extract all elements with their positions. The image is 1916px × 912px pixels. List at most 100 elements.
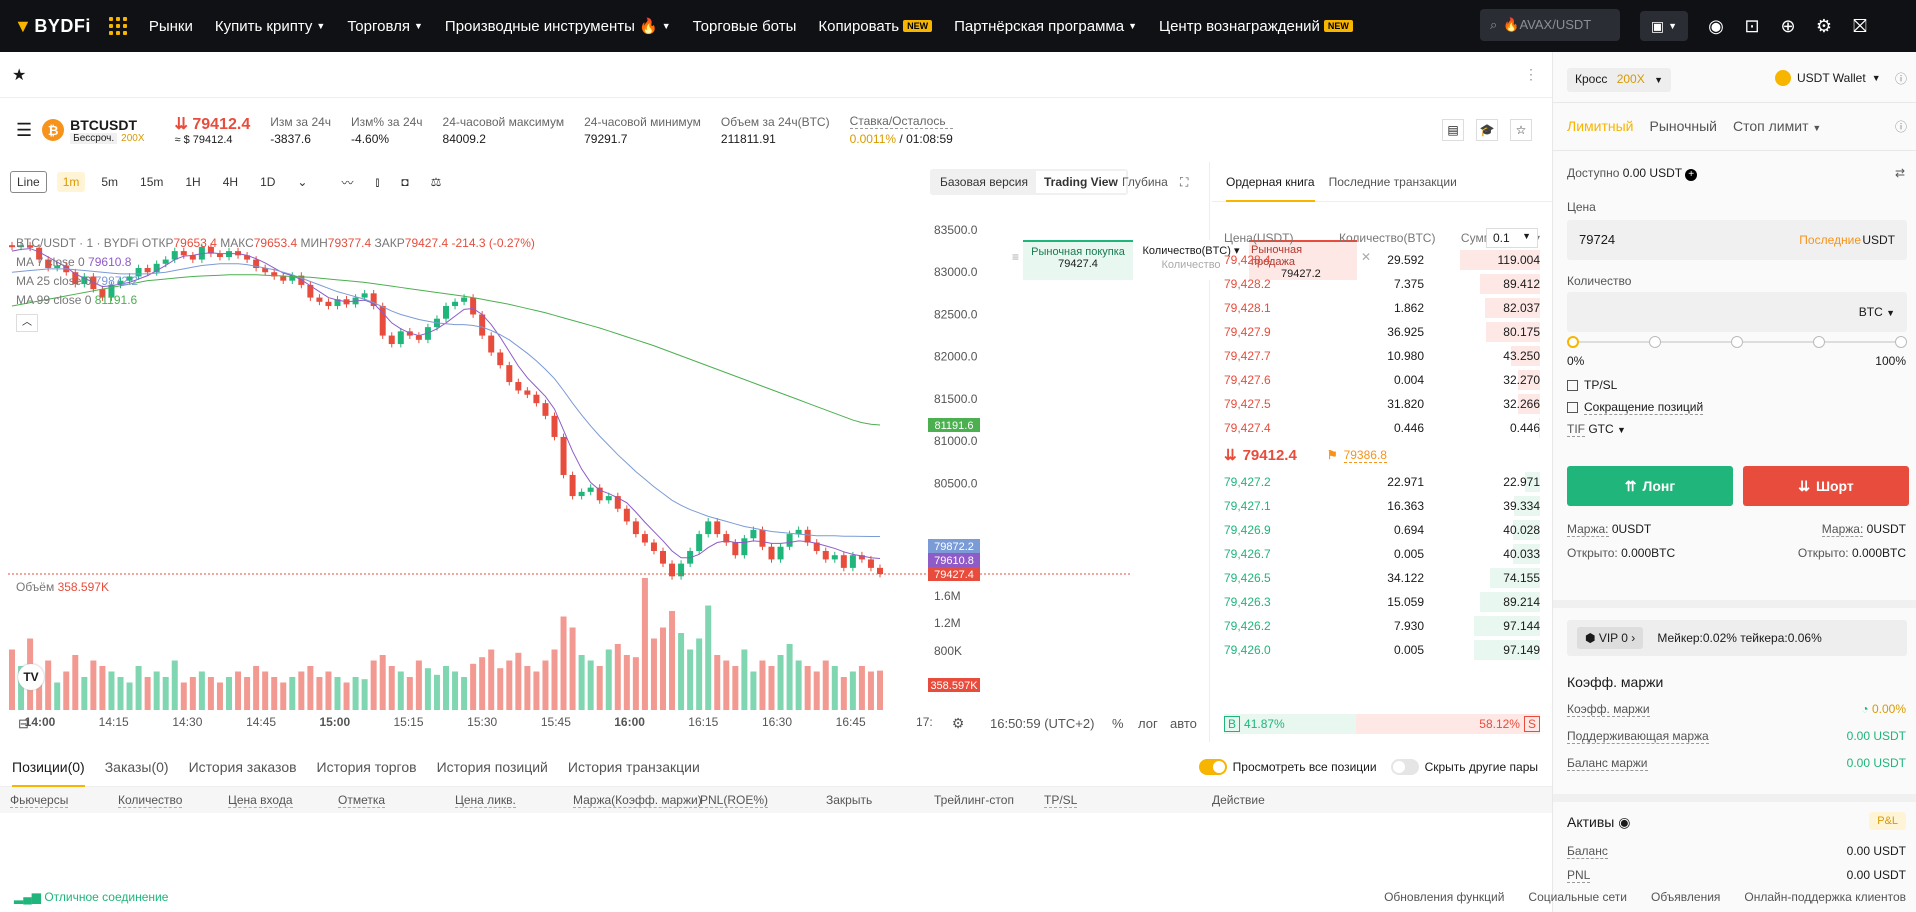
nav-item-1[interactable]: Купить крипту ▼ xyxy=(215,17,325,35)
nav-item-6[interactable]: Партнёрская программа ▼ xyxy=(954,17,1137,35)
orderbook-row[interactable]: 79,427.7 10.980 43.250 xyxy=(1212,344,1552,368)
funding-label[interactable]: Ставка/Осталось xyxy=(849,114,953,129)
market-buy-button[interactable]: Рыночная покупка 79427.4 xyxy=(1023,240,1134,280)
orderbook-row[interactable]: 79,428.2 7.375 89.412 xyxy=(1212,272,1552,296)
bydfi-logo[interactable]: ▼ BYDFi xyxy=(14,16,91,37)
candle-style-icon[interactable]: ⫾ xyxy=(369,172,385,193)
tif-dropdown[interactable]: TIF GTC ▼ xyxy=(1567,422,1626,437)
qty-slider[interactable] xyxy=(1567,336,1907,348)
slider-step[interactable] xyxy=(1895,336,1907,348)
tab-bottom-3[interactable]: История торгов xyxy=(317,747,417,787)
footer-link[interactable]: Социальные сети xyxy=(1528,890,1627,904)
slider-step[interactable] xyxy=(1813,336,1825,348)
nav-item-0[interactable]: Рынки xyxy=(149,17,193,35)
tab-recent-trades[interactable]: Последние транзакции xyxy=(1329,162,1457,202)
tab-limit[interactable]: Лимитный xyxy=(1567,118,1633,134)
orderbook-row[interactable]: 79,426.3 15.059 89.214 xyxy=(1212,590,1552,614)
column-header[interactable]: Маржа(Коэфф. маржи) xyxy=(573,793,702,808)
education-icon[interactable]: 🎓 xyxy=(1476,119,1498,141)
info-icon[interactable]: ⓘ xyxy=(1895,70,1907,87)
tab-bottom-1[interactable]: Заказы(0) xyxy=(105,747,169,787)
tab-orderbook[interactable]: Ордерная книга xyxy=(1226,162,1315,202)
auto-scale-button[interactable]: авто xyxy=(1170,716,1197,731)
apps-grid-icon[interactable] xyxy=(108,17,127,35)
reduce-only-checkbox[interactable]: Сокращение позиций xyxy=(1567,400,1704,415)
footer-link[interactable]: Обновления функций xyxy=(1384,890,1504,904)
collapse-legend-icon[interactable]: ︿ xyxy=(16,314,38,332)
search-input[interactable]: ⌕ 🔥AVAX/USDT xyxy=(1480,9,1620,41)
orderbook-row[interactable]: 79,428.1 1.862 82.037 xyxy=(1212,296,1552,320)
last-price-button[interactable]: Последние xyxy=(1799,233,1861,247)
log-scale-button[interactable]: лог xyxy=(1138,716,1158,731)
add-funds-icon[interactable]: + xyxy=(1685,169,1698,181)
price-input[interactable]: 79724 Последние USDT xyxy=(1567,220,1907,260)
orderbook-row[interactable]: 79,426.5 34.122 74.155 xyxy=(1212,566,1552,590)
basic-version-button[interactable]: Базовая версия xyxy=(932,171,1036,193)
fullscreen-icon[interactable]: ⛶ xyxy=(1180,175,1188,190)
tradingview-button[interactable]: Trading View xyxy=(1036,171,1126,193)
orderbook-row[interactable]: 79,427.1 16.363 39.334 xyxy=(1212,494,1552,518)
camera-icon[interactable]: ◘ xyxy=(395,172,414,192)
timeframe-1D[interactable]: 1D xyxy=(254,172,281,192)
slider-step[interactable] xyxy=(1731,336,1743,348)
orderbook-row[interactable]: 79,427.2 22.971 22.971 xyxy=(1212,470,1552,494)
column-header[interactable]: Количество xyxy=(118,793,183,808)
timeframe-1H[interactable]: 1H xyxy=(179,172,206,192)
vip-badge[interactable]: ⬢ VIP 0 › xyxy=(1577,627,1644,649)
nav-item-5[interactable]: Копировать NEW xyxy=(818,17,933,35)
tab-stop-limit[interactable]: Стоп лимит ▼ xyxy=(1733,118,1821,134)
orderbook-row[interactable]: 79,427.9 36.925 80.175 xyxy=(1212,320,1552,344)
eye-icon[interactable]: ◉ xyxy=(1618,814,1630,830)
tab-bottom-5[interactable]: История транзакции xyxy=(568,747,700,787)
pnl-button[interactable]: P&L xyxy=(1869,812,1906,830)
slider-step[interactable] xyxy=(1649,336,1661,348)
qty-unit-dropdown[interactable]: BTC ▼ xyxy=(1859,305,1895,319)
drag-handle-icon[interactable]: ≡ xyxy=(1012,250,1019,264)
tab-bottom-0[interactable]: Позиции(0) xyxy=(12,747,85,787)
indicators-icon[interactable]: 〰 xyxy=(335,171,359,194)
scan-icon[interactable]: ⊡ xyxy=(1734,0,1770,52)
margin-mode-dropdown[interactable]: Кросс 200X ▼ xyxy=(1567,68,1671,92)
date-range-icon[interactable]: ⊟ xyxy=(18,716,29,732)
orderbook-row[interactable]: 79,426.0 0.005 97.149 xyxy=(1212,638,1552,662)
symbol-selector[interactable]: BTCUSDT Бессроч. 200X xyxy=(70,117,145,144)
footer-link[interactable]: Онлайн-поддержка клиентов xyxy=(1744,890,1906,904)
timeframe-1m[interactable]: 1m xyxy=(56,172,86,192)
nav-item-4[interactable]: Торговые боты xyxy=(693,17,797,35)
column-header[interactable]: Фьючерсы xyxy=(10,793,69,808)
wallet-dropdown[interactable]: ▣ ▼ xyxy=(1640,11,1688,41)
tab-bottom-2[interactable]: История заказов xyxy=(189,747,297,787)
nav-item-2[interactable]: Торговля ▼ xyxy=(347,17,423,35)
view-all-toggle[interactable] xyxy=(1198,758,1227,775)
gear-icon[interactable]: ⚙ xyxy=(1806,0,1842,52)
orderbook-row[interactable]: 79,427.5 31.820 32.266 xyxy=(1212,392,1552,416)
orderbook-row[interactable]: 79,426.7 0.005 40.033 xyxy=(1212,542,1552,566)
user-icon[interactable]: ◉ xyxy=(1698,0,1734,52)
chart-type-button[interactable]: Line xyxy=(10,171,47,193)
hide-other-toggle[interactable] xyxy=(1390,758,1419,775)
more-icon[interactable]: ⋮ xyxy=(1524,66,1538,83)
orderbook-row[interactable]: 79,427.4 0.446 0.446 xyxy=(1212,416,1552,440)
chevron-down-icon[interactable]: ⌄ xyxy=(291,172,313,192)
column-header[interactable]: PNL(ROE%) xyxy=(700,793,769,808)
nav-item-7[interactable]: Центр вознаграждений NEW xyxy=(1159,17,1353,35)
mark-price[interactable]: 79386.8 xyxy=(1343,448,1387,463)
percent-scale-button[interactable]: % xyxy=(1112,716,1124,731)
tpsl-checkbox[interactable]: TP/SL xyxy=(1567,378,1617,392)
gift-icon[interactable]: ⛝ xyxy=(1842,0,1878,52)
star-icon[interactable]: ★ xyxy=(12,65,26,85)
tradingview-logo-icon[interactable]: TV xyxy=(18,664,44,690)
menu-icon[interactable]: ☰ xyxy=(16,120,32,141)
orderbook-row[interactable]: 79,426.9 0.694 40.028 xyxy=(1212,518,1552,542)
tab-market[interactable]: Рыночный xyxy=(1649,118,1717,134)
timeframe-4H[interactable]: 4H xyxy=(217,172,244,192)
slider-step[interactable] xyxy=(1567,336,1579,348)
transfer-icon[interactable]: ⇄ xyxy=(1895,166,1905,180)
nav-item-3[interactable]: Производные инструменты 🔥 ▼ xyxy=(445,17,671,35)
help-icon[interactable]: ⓘ xyxy=(1895,118,1907,135)
orderbook-row[interactable]: 79,426.2 7.930 97.144 xyxy=(1212,614,1552,638)
tab-bottom-4[interactable]: История позиций xyxy=(437,747,548,787)
orderbook-row[interactable]: 79,427.6 0.004 32.270 xyxy=(1212,368,1552,392)
orderbook-row[interactable]: 79,428.4 29.592 119.004 xyxy=(1212,248,1552,272)
qty-input[interactable]: BTC ▼ xyxy=(1567,292,1907,332)
